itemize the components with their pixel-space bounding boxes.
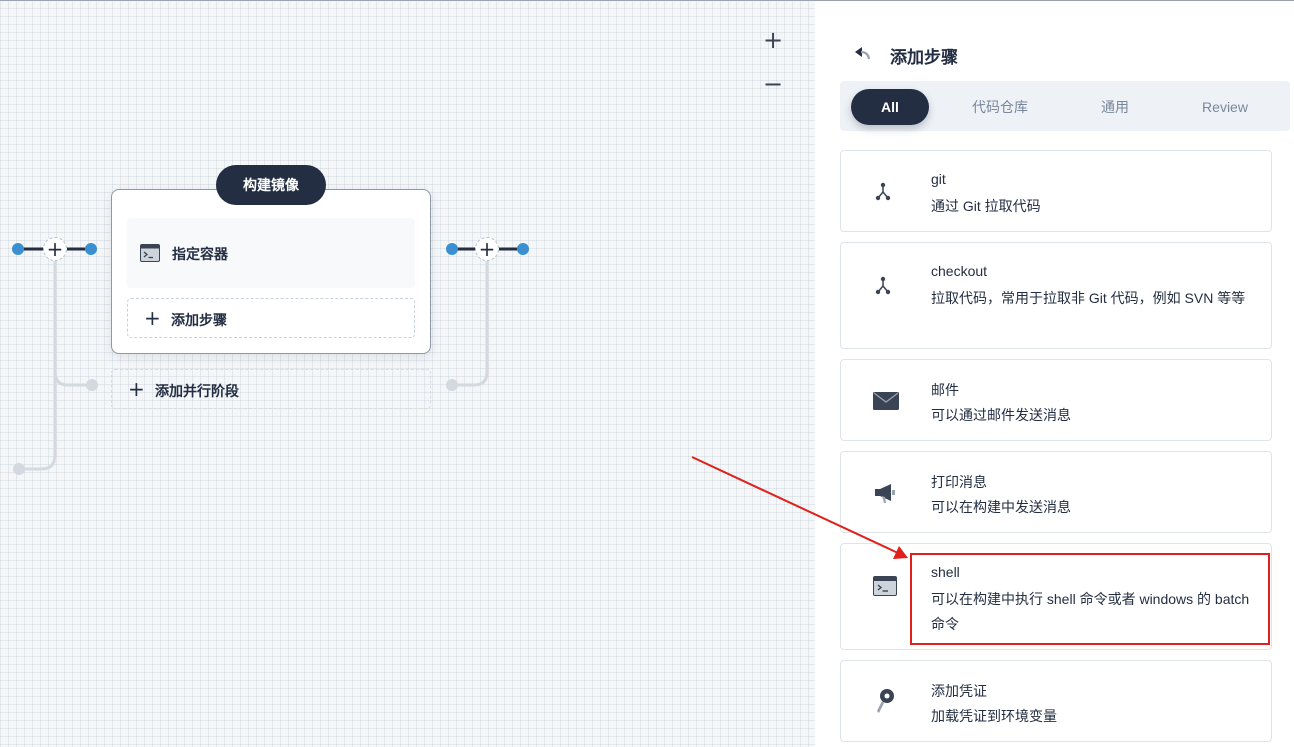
step-card-print-message[interactable]: 打印消息 可以在构建中发送消息 bbox=[840, 451, 1272, 533]
step-card-mail[interactable]: 邮件 可以通过邮件发送消息 bbox=[840, 359, 1272, 441]
step-card-credential[interactable]: 添加凭证 加载凭证到环境变量 bbox=[840, 660, 1272, 742]
category-tabs: All 代码仓库 通用 Review bbox=[840, 81, 1290, 131]
branch-icon bbox=[875, 276, 891, 295]
tab-general[interactable]: 通用 bbox=[1080, 89, 1150, 125]
step-name: git bbox=[931, 171, 946, 187]
step-description: 可以在构建中发送消息 bbox=[931, 499, 1071, 515]
branch-icon bbox=[875, 182, 891, 201]
step-name: checkout bbox=[931, 263, 988, 279]
step-description: 加载凭证到环境变量 bbox=[931, 708, 1057, 724]
tab-review[interactable]: Review bbox=[1185, 89, 1265, 125]
zoom-in-button[interactable]: + bbox=[760, 27, 786, 53]
step-description: 可以通过邮件发送消息 bbox=[931, 407, 1071, 423]
step-card-checkout[interactable]: checkout 拉取代码，常用于拉取非 Git 代码，例如 SVN 等等 bbox=[840, 242, 1272, 349]
tab-all[interactable]: All bbox=[851, 89, 929, 125]
add-stage-after-button[interactable]: + bbox=[475, 237, 499, 261]
step-card-git[interactable]: git 通过 Git 拉取代码 bbox=[840, 150, 1272, 232]
step-name: 添加凭证 bbox=[931, 683, 987, 699]
add-stage-before-button[interactable]: + bbox=[43, 237, 67, 261]
add-step-button[interactable]: + 添加步骤 bbox=[127, 298, 415, 338]
stage-title[interactable]: 构建镜像 bbox=[216, 165, 326, 205]
step-description: 通过 Git 拉取代码 bbox=[931, 198, 1041, 214]
plus-icon: + bbox=[478, 237, 496, 261]
add-parallel-stage-button[interactable]: + 添加并行阶段 bbox=[111, 369, 431, 409]
tab-code-repo[interactable]: 代码仓库 bbox=[956, 89, 1044, 125]
add-parallel-label: 添加并行阶段 bbox=[155, 383, 239, 399]
step-label: 指定容器 bbox=[172, 246, 228, 262]
shell-highlight-box bbox=[910, 553, 1270, 645]
zoom-out-button[interactable]: − bbox=[760, 71, 786, 97]
panel-title: 添加步骤 bbox=[890, 48, 958, 67]
terminal-icon bbox=[873, 576, 897, 596]
pipeline-canvas: + + 构建镜像 指定容器 + 添加步骤 + 添加并行阶段 + − bbox=[0, 0, 815, 747]
key-icon bbox=[877, 689, 894, 713]
step-name: 邮件 bbox=[931, 382, 959, 398]
megaphone-icon bbox=[875, 484, 895, 503]
plus-icon: + bbox=[144, 306, 161, 330]
plus-icon: + bbox=[46, 237, 64, 261]
step-description: 拉取代码，常用于拉取非 Git 代码，例如 SVN 等等 bbox=[931, 290, 1246, 306]
step-name: 打印消息 bbox=[931, 474, 987, 490]
back-arrow-icon[interactable] bbox=[853, 44, 873, 64]
stage-step-item[interactable]: 指定容器 bbox=[127, 218, 415, 288]
plus-icon: + bbox=[128, 377, 145, 401]
terminal-icon bbox=[140, 244, 160, 262]
mail-icon bbox=[873, 392, 899, 410]
add-step-label: 添加步骤 bbox=[171, 312, 227, 328]
